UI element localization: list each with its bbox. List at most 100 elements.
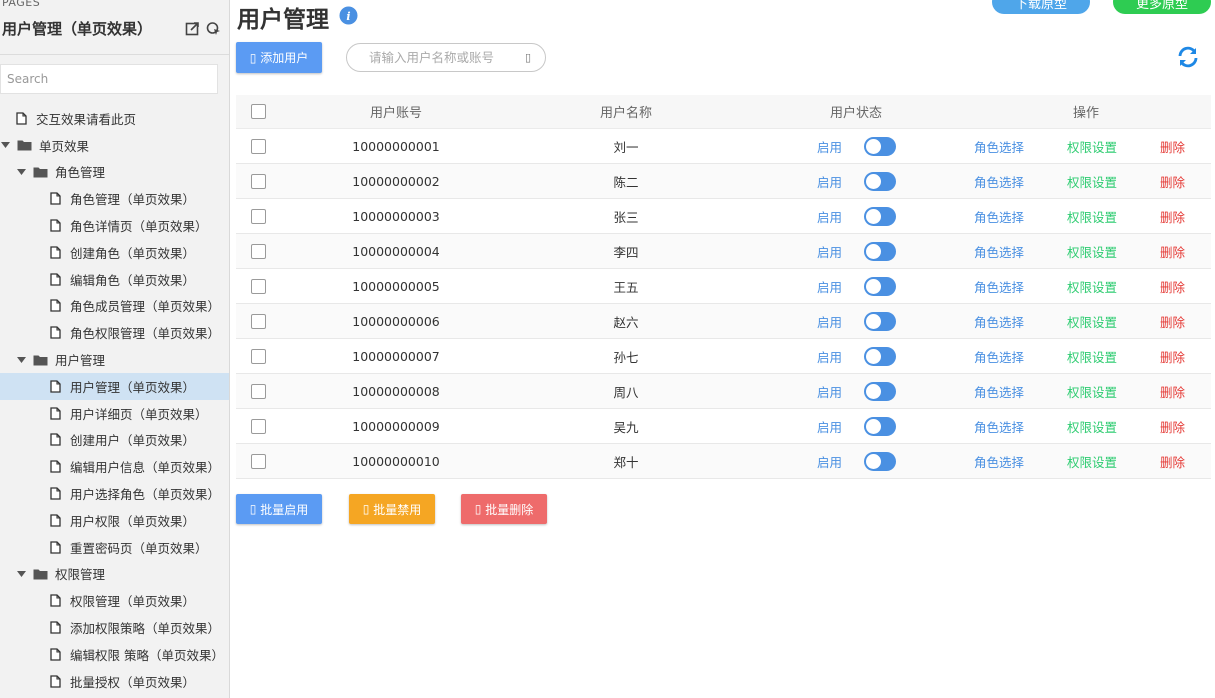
row-checkbox[interactable] <box>251 173 266 189</box>
role-select-link[interactable]: 角色选择 <box>974 374 1024 408</box>
role-select-link[interactable]: 角色选择 <box>974 199 1024 233</box>
select-all-checkbox[interactable] <box>251 104 266 119</box>
delete-link[interactable]: 删除 <box>1160 269 1185 303</box>
tree-item-10[interactable]: 用户管理（单页效果） <box>0 372 229 400</box>
role-select-link[interactable]: 角色选择 <box>974 269 1024 303</box>
role-select-link[interactable]: 角色选择 <box>974 409 1024 443</box>
file-icon <box>50 299 61 313</box>
tree-item-19[interactable]: 添加权限策略（单页效果） <box>0 614 229 641</box>
tree-item-2[interactable]: 角色管理 <box>0 159 229 186</box>
role-select-link[interactable]: 角色选择 <box>974 339 1024 373</box>
permission-settings-link[interactable]: 权限设置 <box>1067 339 1117 373</box>
permission-settings-link[interactable]: 权限设置 <box>1067 409 1117 443</box>
open-external-icon[interactable] <box>185 21 200 36</box>
caret-down-icon[interactable] <box>16 167 26 177</box>
permission-settings-link[interactable]: 权限设置 <box>1067 234 1117 268</box>
locate-page-icon[interactable] <box>206 21 221 36</box>
table-row: 10000000001 刘一 启用 角色选择 权限设置 删除 <box>236 129 1211 164</box>
tree-item-1[interactable]: 单页效果 <box>0 132 229 159</box>
status-toggle[interactable] <box>864 452 896 471</box>
download-prototype-button[interactable]: 下载原型 <box>992 0 1090 14</box>
delete-link[interactable]: 删除 <box>1160 339 1185 373</box>
permission-settings-link[interactable]: 权限设置 <box>1067 164 1117 198</box>
permission-settings-link[interactable]: 权限设置 <box>1067 269 1117 303</box>
delete-link[interactable]: 删除 <box>1160 409 1185 443</box>
tree-item-0[interactable]: 交互效果请看此页 <box>0 105 229 132</box>
tree-item-11[interactable]: 用户详细页（单页效果） <box>0 400 229 427</box>
permission-settings-link[interactable]: 权限设置 <box>1067 304 1117 338</box>
status-text: 启用 <box>817 314 843 330</box>
info-icon[interactable]: i <box>339 6 358 29</box>
caret-down-icon[interactable] <box>0 140 10 150</box>
tree-item-4[interactable]: 角色详情页（单页效果） <box>0 212 229 239</box>
tree-item-16[interactable]: 重置密码页（单页效果） <box>0 534 229 561</box>
tree-item-9[interactable]: 用户管理 <box>0 346 229 373</box>
delete-link[interactable]: 删除 <box>1160 304 1185 338</box>
tree-item-13[interactable]: 编辑用户信息（单页效果） <box>0 453 229 480</box>
status-toggle[interactable] <box>864 347 896 366</box>
tree-item-14[interactable]: 用户选择角色（单页效果） <box>0 480 229 507</box>
status-toggle[interactable] <box>864 207 896 226</box>
tree-item-6[interactable]: 编辑角色（单页效果） <box>0 266 229 293</box>
row-checkbox[interactable] <box>251 278 266 294</box>
tree-item-21[interactable]: 批量授权（单页效果） <box>0 668 229 695</box>
status-toggle[interactable] <box>864 417 896 436</box>
tree-item-12[interactable]: 创建用户（单页效果） <box>0 427 229 454</box>
status-toggle[interactable] <box>864 382 896 401</box>
refresh-icon[interactable] <box>1176 45 1200 73</box>
more-prototypes-button[interactable]: 更多原型 <box>1113 0 1211 14</box>
tree-item-5[interactable]: 创建角色（单页效果） <box>0 239 229 266</box>
delete-link[interactable]: 删除 <box>1160 444 1185 478</box>
user-search-input[interactable] <box>369 50 525 65</box>
delete-link[interactable]: 删除 <box>1160 129 1185 163</box>
delete-link[interactable]: 删除 <box>1160 374 1185 408</box>
row-checkbox[interactable] <box>251 313 266 329</box>
row-checkbox[interactable] <box>251 138 266 154</box>
bulk-delete-button[interactable]: ▯ 批量删除 <box>461 494 547 524</box>
row-checkbox[interactable] <box>251 418 266 434</box>
bulk-enable-button[interactable]: ▯ 批量启用 <box>236 494 322 524</box>
role-select-link[interactable]: 角色选择 <box>974 444 1024 478</box>
status-toggle[interactable] <box>864 312 896 331</box>
role-select-link[interactable]: 角色选择 <box>974 164 1024 198</box>
status-toggle[interactable] <box>864 172 896 191</box>
tree-item-20[interactable]: 编辑权限 策略（单页效果） <box>0 641 229 668</box>
delete-link[interactable]: 删除 <box>1160 164 1185 198</box>
status-toggle[interactable] <box>864 277 896 296</box>
delete-link[interactable]: 删除 <box>1160 199 1185 233</box>
permission-settings-link[interactable]: 权限设置 <box>1067 199 1117 233</box>
add-user-label: 添加用户 <box>260 51 309 65</box>
status-text: 启用 <box>817 139 843 155</box>
sidebar-search-input[interactable] <box>0 64 218 94</box>
tree-item-3[interactable]: 角色管理（单页效果） <box>0 185 229 212</box>
row-checkbox[interactable] <box>251 383 266 399</box>
permission-settings-link[interactable]: 权限设置 <box>1067 444 1117 478</box>
caret-down-icon[interactable] <box>16 355 26 365</box>
status-toggle[interactable] <box>864 137 896 156</box>
tree-item-17[interactable]: 权限管理 <box>0 561 229 588</box>
permission-settings-link[interactable]: 权限设置 <box>1067 129 1117 163</box>
tree-item-8[interactable]: 角色权限管理（单页效果） <box>0 319 229 346</box>
role-select-link[interactable]: 角色选择 <box>974 304 1024 338</box>
file-icon <box>50 407 61 420</box>
search-icon[interactable]: ▯ <box>525 51 531 64</box>
bulk-disable-button[interactable]: ▯ 批量禁用 <box>349 494 435 524</box>
user-name: 王五 <box>613 279 639 295</box>
row-checkbox[interactable] <box>251 208 266 224</box>
tree-item-15[interactable]: 用户权限（单页效果） <box>0 507 229 534</box>
add-user-button[interactable]: ▯ 添加用户 <box>236 42 322 73</box>
file-icon <box>50 648 61 661</box>
row-checkbox[interactable] <box>251 348 266 364</box>
row-checkbox[interactable] <box>251 243 266 259</box>
delete-link[interactable]: 删除 <box>1160 234 1185 268</box>
caret-down-icon[interactable] <box>16 569 26 579</box>
tree-item-7[interactable]: 角色成员管理（单页效果） <box>0 293 229 320</box>
role-select-link[interactable]: 角色选择 <box>974 129 1024 163</box>
permission-settings-link[interactable]: 权限设置 <box>1067 374 1117 408</box>
user-account: 10000000008 <box>352 383 440 399</box>
tree-item-18[interactable]: 权限管理（单页效果） <box>0 587 229 614</box>
row-select-cell <box>251 374 266 408</box>
status-toggle[interactable] <box>864 242 896 261</box>
row-checkbox[interactable] <box>251 453 266 469</box>
role-select-link[interactable]: 角色选择 <box>974 234 1024 268</box>
